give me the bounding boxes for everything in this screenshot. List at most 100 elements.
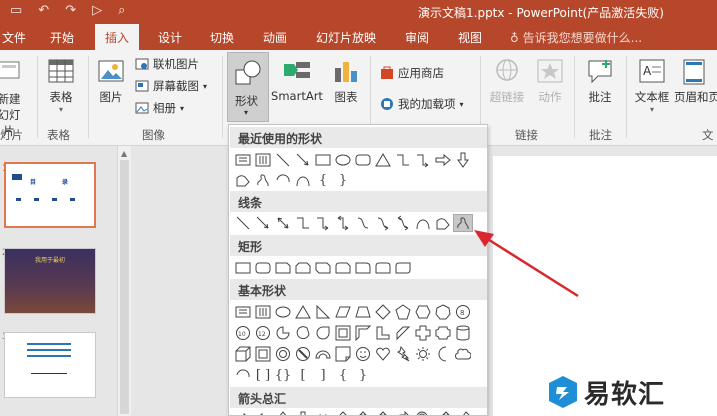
shape-left-brace[interactable]: { [313, 171, 333, 189]
shape-down-arrow[interactable] [453, 151, 473, 169]
shape-scribble[interactable] [253, 171, 273, 189]
tab-transitions[interactable]: 切换 [210, 29, 234, 46]
undo-icon[interactable]: ↶ [38, 3, 49, 18]
basic-sun[interactable] [413, 345, 433, 363]
shape-vertical-textbox[interactable] [253, 151, 273, 169]
slide-thumbnail-1[interactable]: 目 录 [4, 162, 96, 228]
arrow-left-block[interactable] [253, 410, 273, 415]
photo-album-button[interactable]: 相册 ▾ [135, 100, 184, 116]
rect-rounded[interactable] [253, 259, 273, 277]
arrow-quad-block[interactable] [353, 410, 373, 415]
basic-pentagon[interactable] [393, 303, 413, 321]
basic-right-triangle[interactable] [313, 303, 333, 321]
store-button[interactable]: 应用商店 [380, 65, 444, 81]
table-button[interactable]: 表格 ▾ [44, 58, 78, 114]
rect-snip-round[interactable] [333, 259, 353, 277]
rect-snip-same-side[interactable] [293, 259, 313, 277]
online-picture-button[interactable]: 联机图片 [135, 56, 199, 72]
shape-right-brace[interactable]: } [333, 171, 353, 189]
line-freeform[interactable] [433, 214, 453, 232]
basic-parallelogram[interactable] [333, 303, 353, 321]
basic-cross[interactable] [413, 324, 433, 342]
tab-design[interactable]: 设计 [158, 29, 182, 46]
rect-snip-diagonal[interactable] [313, 259, 333, 277]
slide-thumbnail-2[interactable]: 我用于最初 [4, 248, 96, 314]
tell-me-search[interactable]: ♁ 告诉我您想要做什么... [510, 29, 642, 46]
arrow-left-up-block[interactable] [433, 410, 453, 415]
basic-left-bracket[interactable]: [ [293, 366, 313, 384]
tab-view[interactable]: 视图 [458, 29, 482, 46]
basic-l-shape[interactable] [373, 324, 393, 342]
basic-vertical-textbox[interactable] [253, 303, 273, 321]
action-button[interactable]: 动作 [534, 58, 566, 105]
arrow-up-down-block[interactable] [333, 410, 353, 415]
shape-curve[interactable] [293, 171, 313, 189]
shape-arrow-line[interactable] [293, 151, 313, 169]
basic-dodecagon[interactable]: 12 [253, 324, 273, 342]
tab-file[interactable]: 文件 [2, 29, 26, 46]
basic-plaque[interactable] [433, 324, 453, 342]
basic-double-bracket[interactable]: [ ] [253, 366, 273, 384]
header-footer-button[interactable]: 页眉和页 [674, 58, 717, 105]
preview-icon[interactable]: ⌕ [118, 3, 125, 18]
basic-moon[interactable] [433, 345, 453, 363]
basic-half-frame[interactable] [353, 324, 373, 342]
line-curved-double-arrow[interactable] [393, 214, 413, 232]
scroll-up-icon[interactable]: ▲ [121, 149, 127, 158]
basic-teardrop[interactable] [313, 324, 333, 342]
basic-hexagon[interactable] [413, 303, 433, 321]
basic-block-arc[interactable] [313, 345, 333, 363]
shape-textbox[interactable] [233, 151, 253, 169]
basic-triangle[interactable] [293, 303, 313, 321]
basic-trapezoid[interactable] [353, 303, 373, 321]
shape-arc[interactable] [273, 171, 293, 189]
basic-chord[interactable] [293, 324, 313, 342]
arrow-left-right-block[interactable] [313, 410, 333, 415]
screenshot-button[interactable]: 屏幕截图 ▾ [135, 78, 207, 94]
arrow-bent-up-block[interactable] [453, 410, 473, 415]
basic-lightning[interactable] [393, 345, 413, 363]
arrow-right-block[interactable] [233, 410, 253, 415]
basic-textbox[interactable] [233, 303, 253, 321]
basic-frame[interactable] [333, 324, 353, 342]
tab-animations[interactable]: 动画 [263, 29, 287, 46]
shape-elbow-arrow[interactable] [413, 151, 433, 169]
line-curved-arrow[interactable] [373, 214, 393, 232]
basic-bevel[interactable] [253, 345, 273, 363]
tab-home[interactable]: 开始 [50, 29, 74, 46]
shape-rounded-rectangle[interactable] [353, 151, 373, 169]
textbox-button[interactable]: A 文本框 ▾ [632, 58, 672, 114]
basic-right-bracket[interactable]: ] [313, 366, 333, 384]
line-elbow[interactable] [293, 214, 313, 232]
basic-smiley[interactable] [353, 345, 373, 363]
basic-folded-corner[interactable] [333, 345, 353, 363]
basic-octagon[interactable]: 8 [453, 303, 473, 321]
smartart-button[interactable]: SmartArt [270, 58, 324, 103]
shape-oval[interactable] [333, 151, 353, 169]
rect-plain[interactable] [233, 259, 253, 277]
line-elbow-double-arrow[interactable] [333, 214, 353, 232]
slide-thumbnail-3[interactable] [4, 332, 96, 398]
comment-button[interactable]: 批注 [582, 58, 618, 105]
basic-oval[interactable] [273, 303, 293, 321]
basic-donut[interactable] [273, 345, 293, 363]
basic-cloud[interactable] [453, 345, 473, 363]
rect-round-same-side[interactable] [373, 259, 393, 277]
hyperlink-button[interactable]: 超链接 [487, 58, 527, 105]
basic-decagon[interactable]: 10 [233, 324, 253, 342]
arrow-bent-block[interactable] [393, 410, 413, 415]
my-addins-button[interactable]: 我的加载项 ▾ [380, 96, 464, 112]
line-elbow-arrow[interactable] [313, 214, 333, 232]
basic-right-brace[interactable]: } [353, 366, 373, 384]
line-arrow[interactable] [253, 214, 273, 232]
picture-button[interactable]: 图片 [94, 58, 128, 105]
arrow-left-right-up-block[interactable] [373, 410, 393, 415]
thumbnails-scrollbar[interactable]: ▲ [117, 146, 131, 416]
line-curved-connector[interactable] [353, 214, 373, 232]
rect-round-corner[interactable] [353, 259, 373, 277]
basic-double-brace[interactable]: {} [273, 366, 293, 384]
shape-rectangle[interactable] [313, 151, 333, 169]
save-icon[interactable]: ▭ [10, 3, 22, 18]
redo-icon[interactable]: ↷ [65, 3, 76, 18]
arrow-u-turn-block[interactable] [413, 410, 433, 415]
